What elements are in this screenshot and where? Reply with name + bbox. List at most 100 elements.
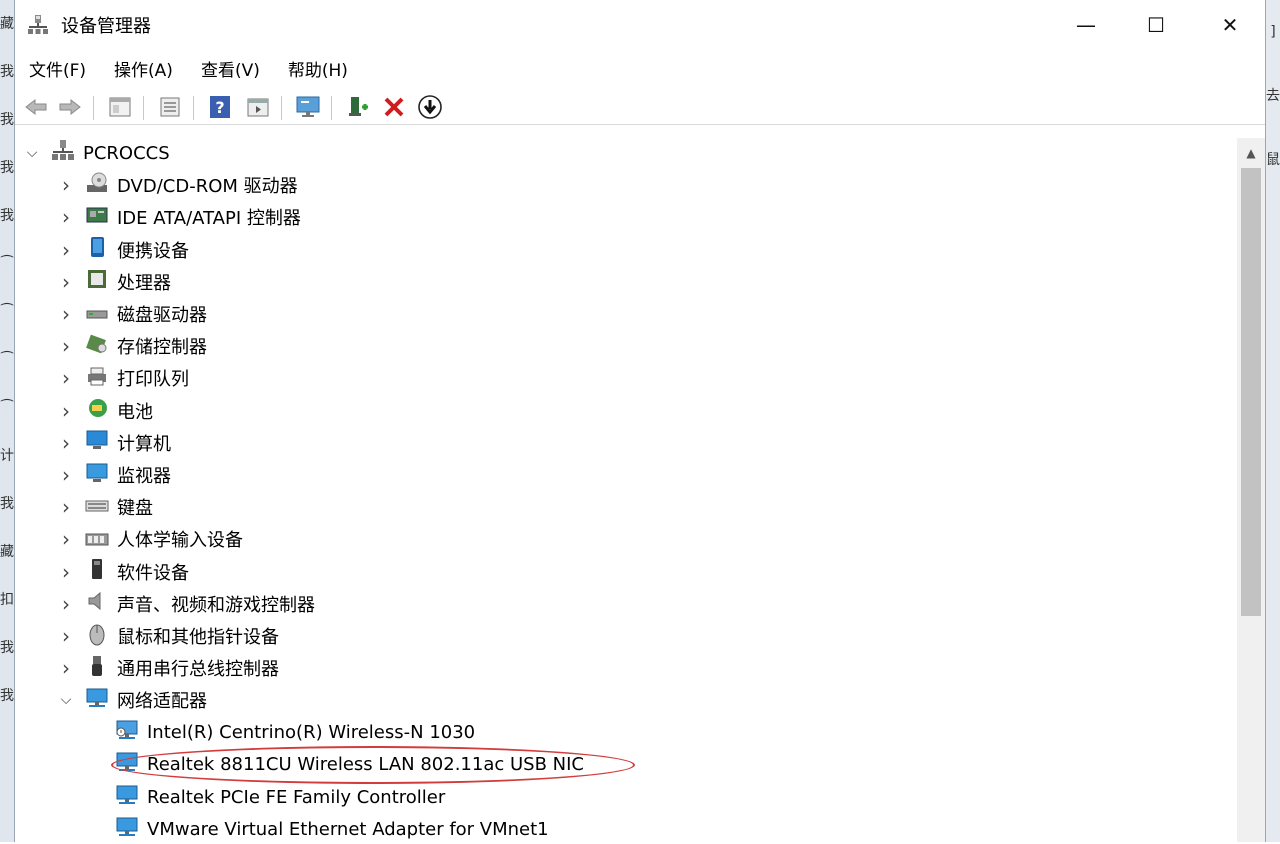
toolbar-separator: [193, 96, 194, 120]
background-text: 藏: [0, 544, 14, 560]
menu-action[interactable]: 操作(A): [100, 52, 187, 84]
close-button[interactable]: ✕: [1207, 8, 1253, 42]
menu-view[interactable]: 查看(V): [187, 52, 274, 84]
chevron-right-icon[interactable]: ›: [59, 428, 73, 458]
background-window-right: ] 去鼠: [1266, 0, 1280, 842]
chevron-right-icon[interactable]: ›: [59, 524, 73, 554]
forward-arrow-icon[interactable]: [57, 94, 83, 120]
tree-device-label: Intel(R) Centrino(R) Wireless-N 1030: [147, 722, 476, 744]
maximize-button[interactable]: ☐: [1133, 8, 1179, 42]
background-text: 我: [0, 160, 14, 176]
tree-category-label: IDE ATA/ATAPI 控制器: [117, 208, 301, 230]
tree-category-label: 便携设备: [117, 240, 189, 262]
network-adapter-icon: [115, 783, 147, 812]
background-text: 去: [1266, 88, 1280, 104]
tree-category[interactable]: › DVD/CD-ROM 驱动器: [62, 170, 298, 200]
tree-category[interactable]: › 声音、视频和游戏控制器: [62, 589, 315, 619]
highlight-ellipse: [111, 746, 635, 784]
tree-category[interactable]: › 打印队列: [62, 363, 189, 393]
chevron-right-icon[interactable]: ›: [59, 557, 73, 587]
tree-device[interactable]: VMware Virtual Ethernet Adapter for VMne…: [115, 814, 549, 844]
tree-category[interactable]: › 处理器: [62, 267, 171, 297]
background-text: 扣: [0, 592, 14, 608]
disk-drive-icon: [85, 300, 117, 329]
tree-root[interactable]: ⌵ PCROCCS: [27, 138, 170, 168]
tree-category-label: 电池: [117, 401, 153, 423]
chevron-right-icon[interactable]: ›: [59, 267, 73, 297]
computer-icon: [85, 428, 117, 457]
menu-help[interactable]: 帮助(H): [274, 52, 362, 84]
tree-category-label: 软件设备: [117, 562, 189, 584]
chevron-down-icon[interactable]: ⌵: [59, 685, 73, 715]
tree-category-label: 声音、视频和游戏控制器: [117, 594, 315, 616]
sound-icon: [85, 589, 117, 618]
monitor-icon[interactable]: [295, 94, 321, 120]
tree-category[interactable]: › 存储控制器: [62, 331, 207, 361]
chevron-right-icon[interactable]: ›: [59, 653, 73, 683]
tree-category[interactable]: › 键盘: [62, 492, 153, 522]
title-bar[interactable]: 设备管理器 — ☐ ✕: [15, 0, 1265, 50]
toolbar-separator: [93, 96, 94, 120]
battery-icon: [85, 396, 117, 425]
background-text: 我: [0, 496, 14, 512]
tree-category[interactable]: › 监视器: [62, 460, 171, 490]
tree-device[interactable]: Realtek PCIe FE Family Controller: [115, 782, 445, 812]
vertical-scrollbar[interactable]: ▲: [1237, 138, 1265, 842]
chevron-right-icon[interactable]: ›: [59, 235, 73, 265]
tree-category[interactable]: ⌵ 网络适配器: [61, 685, 207, 715]
chevron-down-icon[interactable]: ⌵: [25, 138, 39, 168]
menu-file[interactable]: 文件(F): [15, 52, 100, 84]
add-driver-icon[interactable]: [345, 94, 371, 120]
tree-category[interactable]: › 便携设备: [62, 235, 189, 265]
computer-icon: [51, 139, 83, 168]
uninstall-icon[interactable]: [381, 94, 407, 120]
minimize-button[interactable]: —: [1063, 8, 1109, 42]
chevron-right-icon[interactable]: ›: [59, 492, 73, 522]
processor-icon: [85, 267, 117, 296]
tree-category[interactable]: › 鼠标和其他指针设备: [62, 621, 279, 651]
ide-controller-icon: [85, 203, 117, 232]
background-text: 我: [0, 208, 14, 224]
background-text: ⁀: [1, 400, 13, 416]
tree-category-label: 打印队列: [117, 369, 189, 391]
print-icon[interactable]: [157, 94, 183, 120]
tree-category[interactable]: › 通用串行总线控制器: [62, 653, 279, 683]
chevron-right-icon[interactable]: ›: [59, 202, 73, 232]
storage-controller-icon: [85, 332, 117, 361]
tree-category-label: 通用串行总线控制器: [117, 659, 279, 681]
scroll-up-icon[interactable]: ▲: [1237, 142, 1265, 164]
tree-category-label: 处理器: [117, 272, 171, 294]
window-title: 设备管理器: [61, 16, 151, 37]
chevron-right-icon[interactable]: ›: [59, 396, 73, 426]
help-icon[interactable]: ?: [207, 94, 233, 120]
chevron-right-icon[interactable]: ›: [59, 621, 73, 651]
tree-device[interactable]: Intel(R) Centrino(R) Wireless-N 1030: [115, 718, 475, 748]
background-text: ⁀: [1, 352, 13, 368]
properties-icon[interactable]: [107, 94, 133, 120]
tree-category[interactable]: › 磁盘驱动器: [62, 299, 207, 329]
scroll-thumb[interactable]: [1241, 168, 1261, 616]
chevron-right-icon[interactable]: ›: [59, 170, 73, 200]
usb-icon: [85, 654, 117, 683]
back-arrow-icon[interactable]: [23, 94, 49, 120]
tree-category[interactable]: › 计算机: [62, 428, 171, 458]
toolbar: ?: [15, 88, 1265, 125]
dvd-drive-icon: [85, 171, 117, 200]
chevron-right-icon[interactable]: ›: [59, 589, 73, 619]
tree-root-label: PCROCCS: [83, 142, 170, 164]
device-manager-icon: [28, 15, 48, 34]
chevron-right-icon[interactable]: ›: [59, 331, 73, 361]
device-manager-window: 设备管理器 — ☐ ✕ 文件(F) 操作(A) 查看(V) 帮助(H) ? ⌵ …: [14, 0, 1266, 842]
background-text: ]: [1270, 24, 1276, 40]
view-icon[interactable]: [245, 94, 271, 120]
chevron-right-icon[interactable]: ›: [59, 363, 73, 393]
chevron-right-icon[interactable]: ›: [59, 460, 73, 490]
tree-category-label: 监视器: [117, 466, 171, 487]
wireless-adapter-icon: [115, 718, 147, 747]
chevron-right-icon[interactable]: ›: [59, 299, 73, 329]
update-icon[interactable]: [417, 94, 443, 120]
tree-category[interactable]: › 软件设备: [62, 557, 189, 587]
tree-category[interactable]: › IDE ATA/ATAPI 控制器: [62, 202, 301, 232]
tree-category[interactable]: › 电池: [62, 396, 153, 426]
tree-category[interactable]: › 人体学输入设备: [62, 524, 243, 554]
